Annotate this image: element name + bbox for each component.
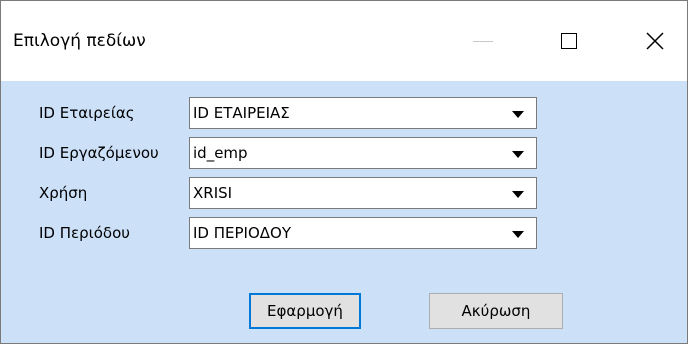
close-icon xyxy=(646,32,664,50)
select-value: id_emp xyxy=(193,144,248,162)
field-row-year: Χρήση XRISI xyxy=(1,177,687,211)
select-value: ID ΕΤΑΙΡΕΙΑΣ xyxy=(193,104,290,122)
title-bar[interactable]: Επιλογή πεδίων xyxy=(1,1,687,81)
employee-id-select[interactable]: id_emp xyxy=(189,137,537,169)
close-button[interactable] xyxy=(627,19,683,63)
company-id-select[interactable]: ID ΕΤΑΙΡΕΙΑΣ xyxy=(189,97,537,129)
chevron-down-icon[interactable] xyxy=(512,191,524,198)
maximize-button[interactable] xyxy=(541,19,597,63)
minimize-icon xyxy=(473,40,493,42)
field-label: ID Εργαζόμενου xyxy=(39,144,159,162)
cancel-button[interactable]: Ακύρωση xyxy=(429,293,563,329)
apply-button[interactable]: Εφαρμογή xyxy=(249,293,361,329)
select-value: ID ΠΕΡΙΟΔΟΥ xyxy=(193,224,292,242)
chevron-down-icon[interactable] xyxy=(512,151,524,158)
field-label: ID Περιόδου xyxy=(39,224,130,242)
period-id-select[interactable]: ID ΠΕΡΙΟΔΟΥ xyxy=(189,217,537,249)
select-value: XRISI xyxy=(193,184,233,202)
field-label: Χρήση xyxy=(39,184,88,202)
dialog-body: ID Εταιρείας ID ΕΤΑΙΡΕΙΑΣ ID Εργαζόμενου… xyxy=(1,81,687,343)
field-row-employee-id: ID Εργαζόμενου id_emp xyxy=(1,137,687,171)
field-row-company-id: ID Εταιρείας ID ΕΤΑΙΡΕΙΑΣ xyxy=(1,97,687,131)
year-select[interactable]: XRISI xyxy=(189,177,537,209)
dialog-window: Επιλογή πεδίων ID Εταιρείας ID ΕΤΑΙΡΕΙΑΣ… xyxy=(0,0,688,344)
field-label: ID Εταιρείας xyxy=(39,104,135,122)
window-title: Επιλογή πεδίων xyxy=(13,31,146,51)
chevron-down-icon[interactable] xyxy=(512,111,524,118)
field-row-period-id: ID Περιόδου ID ΠΕΡΙΟΔΟΥ xyxy=(1,217,687,251)
maximize-icon xyxy=(561,33,577,49)
chevron-down-icon[interactable] xyxy=(512,231,524,238)
minimize-button[interactable] xyxy=(455,19,511,63)
